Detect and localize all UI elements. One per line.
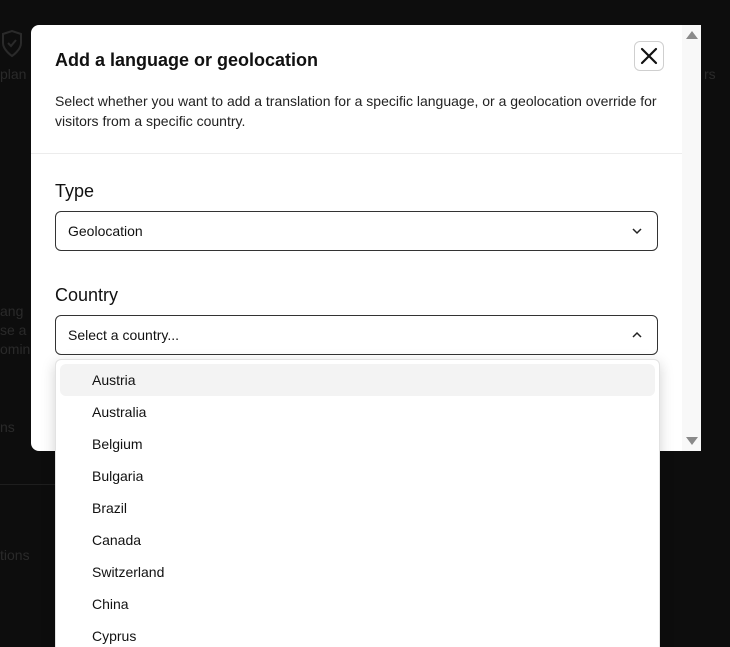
type-label: Type	[55, 181, 95, 201]
bg-text-se: se a	[0, 322, 27, 338]
country-option-cyprus[interactable]: Cyprus	[60, 620, 655, 647]
shield-icon	[1, 30, 22, 58]
close-button[interactable]	[634, 41, 664, 71]
modal-scrollbar[interactable]	[682, 25, 701, 451]
country-select[interactable]: Select a country...	[55, 315, 658, 355]
country-select-placeholder: Select a country...	[68, 327, 180, 343]
bg-text-ns: ns	[0, 419, 15, 435]
country-option-switzerland[interactable]: Switzerland	[60, 556, 655, 588]
type-select[interactable]: Geolocation	[55, 211, 658, 251]
country-option-bulgaria[interactable]: Bulgaria	[60, 460, 655, 492]
stage: plan rs ang se a omin ns tions Add a lan…	[0, 0, 730, 647]
modal-title: Add a language or geolocation	[55, 50, 319, 70]
country-dropdown-list: Austria Australia Belgium Bulgaria Brazi…	[55, 359, 660, 647]
bg-text-plan: plan	[0, 66, 27, 82]
country-option-china[interactable]: China	[60, 588, 655, 620]
modal-header: Add a language or geolocation Select whe…	[31, 25, 701, 154]
country-option-brazil[interactable]: Brazil	[60, 492, 655, 524]
country-option-austria[interactable]: Austria	[60, 364, 655, 396]
country-option-canada[interactable]: Canada	[60, 524, 655, 556]
bg-text-omin: omin	[0, 341, 31, 357]
bg-text-ang: ang	[0, 303, 24, 319]
scroll-up-arrow-icon[interactable]	[686, 31, 698, 39]
bg-text-rs: rs	[704, 66, 716, 82]
bg-divider	[0, 484, 60, 485]
scroll-down-arrow-icon[interactable]	[686, 437, 698, 445]
modal-description: Select whether you want to add a transla…	[55, 93, 657, 129]
country-option-australia[interactable]: Australia	[60, 396, 655, 428]
bg-text-tions: tions	[0, 547, 30, 563]
chevron-down-icon	[632, 228, 642, 235]
country-label: Country	[55, 285, 119, 305]
chevron-up-icon	[632, 331, 642, 338]
type-select-value: Geolocation	[68, 223, 143, 239]
country-option-belgium[interactable]: Belgium	[60, 428, 655, 460]
close-icon	[640, 47, 658, 65]
